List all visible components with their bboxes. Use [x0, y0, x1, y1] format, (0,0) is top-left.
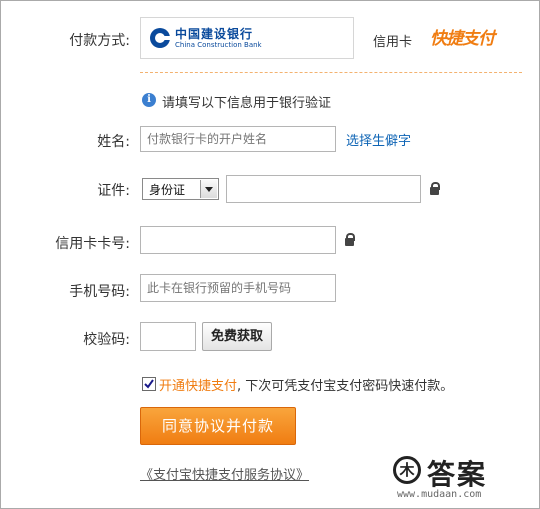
agreement-line: 开通快捷支付, 下次可凭支付宝支付密码快速付款。: [159, 375, 453, 394]
enable-quickpay-text: 开通快捷支付: [159, 379, 238, 394]
phone-label: 手机号码:: [69, 284, 130, 300]
notice-text: 请填写以下信息用于银行验证: [162, 96, 332, 111]
id-type-selected: 身份证: [149, 183, 186, 197]
quickpay-logo-text: 快捷支付: [430, 29, 495, 49]
name-label: 姓名:: [97, 134, 130, 150]
agreement-rest-text: , 下次可凭支付宝支付密码快速付款。: [237, 379, 454, 394]
code-input[interactable]: [140, 322, 196, 351]
phone-input[interactable]: [140, 274, 336, 302]
card-number-input[interactable]: [140, 226, 336, 254]
bank-name-cn: 中国建设银行: [175, 27, 254, 41]
card-type-label: 信用卡: [373, 35, 413, 50]
id-label: 证件:: [97, 183, 130, 199]
id-number-input[interactable]: [226, 175, 421, 203]
dropdown-arrow-icon: [200, 180, 217, 198]
lock-icon: [430, 182, 440, 196]
info-icon: i: [142, 93, 156, 107]
divider: [140, 72, 522, 73]
id-type-select[interactable]: 身份证: [142, 178, 219, 200]
bank-card-box[interactable]: 中国建设银行 China Construction Bank: [140, 17, 354, 59]
name-input[interactable]: [140, 126, 336, 152]
agree-and-pay-button[interactable]: 同意协议并付款: [140, 407, 296, 445]
lock-icon: [345, 233, 355, 247]
watermark-url: www.mudaan.com: [397, 489, 482, 500]
watermark-logo-icon: 木: [393, 456, 421, 484]
get-code-button[interactable]: 免费获取: [202, 322, 272, 351]
service-agreement-link[interactable]: 《支付宝快捷支付服务协议》: [140, 464, 309, 483]
bank-name-en: China Construction Bank: [175, 41, 262, 49]
quickpay-logo: 快捷支付: [430, 24, 495, 49]
code-label: 校验码:: [83, 332, 130, 348]
card-number-label: 信用卡卡号:: [55, 236, 130, 252]
payment-method-label: 付款方式:: [69, 33, 130, 49]
ccb-logo-icon: [150, 28, 171, 48]
watermark: 木 答案 www.mudaan.com: [393, 455, 523, 503]
rare-char-link[interactable]: 选择生僻字: [346, 130, 411, 149]
checkmark-icon: [144, 379, 154, 389]
enable-quickpay-checkbox[interactable]: [142, 377, 156, 391]
watermark-cn: 答案: [427, 458, 488, 491]
